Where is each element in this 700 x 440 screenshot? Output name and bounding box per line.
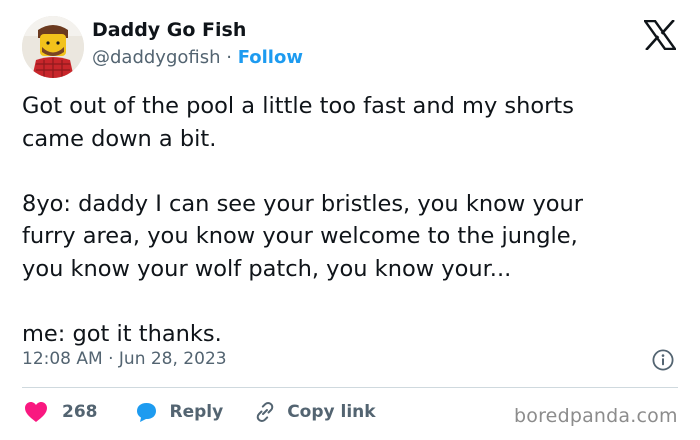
tweet-timestamp[interactable]: 12:08 AM · Jun 28, 2023 xyxy=(22,347,227,371)
author-display-name[interactable]: Daddy Go Fish xyxy=(92,18,303,42)
handle-row: @daddygofish · Follow xyxy=(92,46,303,70)
avatar[interactable] xyxy=(22,16,84,78)
x-logo-icon[interactable] xyxy=(644,20,676,50)
tweet-header: Daddy Go Fish @daddygofish · Follow xyxy=(22,16,303,78)
heart-icon xyxy=(25,402,47,422)
tweet-text: Got out of the pool a little too fast an… xyxy=(22,93,584,347)
info-icon[interactable] xyxy=(652,349,674,371)
handle-separator: · xyxy=(220,47,238,68)
lego-figure-avatar-icon xyxy=(22,16,84,78)
copy-link-button[interactable]: Copy link xyxy=(253,400,376,424)
tweet-card: Daddy Go Fish @daddygofish · Follow Got … xyxy=(0,0,700,440)
like-count: 268 xyxy=(62,402,98,422)
boredpanda-watermark: boredpanda.com xyxy=(514,405,678,427)
author-handle[interactable]: @daddygofish xyxy=(92,47,221,68)
author-info: Daddy Go Fish @daddygofish · Follow xyxy=(92,18,303,70)
link-icon xyxy=(256,402,274,422)
reply-bubble-icon xyxy=(136,403,156,422)
divider xyxy=(22,387,678,388)
follow-button[interactable]: Follow xyxy=(238,47,303,68)
reply-label: Reply xyxy=(169,402,224,422)
action-bar: 268 Reply Copy link xyxy=(24,400,376,424)
like-button[interactable]: 268 xyxy=(24,400,98,424)
reply-button[interactable]: Reply xyxy=(134,400,224,424)
copy-link-label: Copy link xyxy=(287,402,376,422)
